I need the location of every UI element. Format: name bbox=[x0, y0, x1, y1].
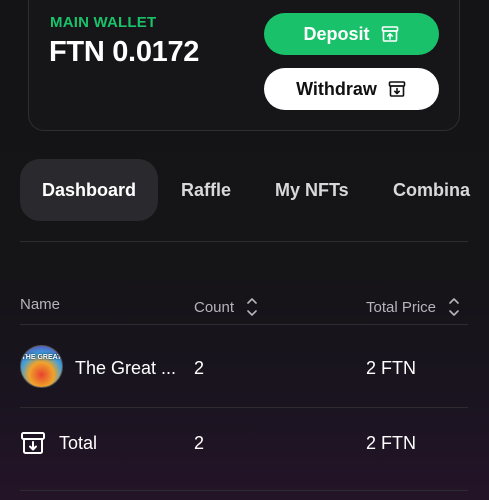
divider bbox=[20, 407, 468, 408]
withdraw-button[interactable]: Withdraw bbox=[264, 68, 439, 110]
archive-upload-icon bbox=[381, 26, 398, 42]
deposit-button[interactable]: Deposit bbox=[264, 13, 439, 55]
tab-combina[interactable]: Combina bbox=[393, 159, 470, 221]
tab-bar: Dashboard Raffle My NFTs Combina bbox=[0, 159, 489, 221]
avatar-logo-text: THE GREAT bbox=[21, 354, 62, 361]
column-header-name-label: Name bbox=[20, 296, 61, 313]
column-header-total-price[interactable]: Total Price bbox=[366, 296, 460, 318]
tab-dashboard[interactable]: Dashboard bbox=[20, 159, 158, 221]
archive-download-icon bbox=[388, 81, 406, 97]
column-header-count-label: Count bbox=[194, 298, 235, 316]
divider bbox=[20, 241, 468, 242]
withdraw-label: Withdraw bbox=[296, 78, 377, 99]
row-count: 2 bbox=[194, 358, 205, 378]
wallet-balance: FTN 0.0172 bbox=[49, 36, 200, 68]
row-total-price: 2 FTN bbox=[366, 358, 417, 378]
archive-download-icon bbox=[21, 432, 45, 454]
row-name: The Great ... bbox=[75, 358, 177, 378]
sort-arrows-icon[interactable] bbox=[448, 296, 460, 318]
wallet-label: MAIN WALLET bbox=[50, 14, 157, 31]
divider bbox=[20, 324, 468, 325]
column-header-count[interactable]: Count bbox=[194, 296, 258, 318]
tab-raffle[interactable]: Raffle bbox=[181, 159, 231, 221]
tab-my-nfts[interactable]: My NFTs bbox=[275, 159, 349, 221]
total-count: 2 bbox=[194, 433, 205, 453]
divider bbox=[20, 490, 468, 491]
sort-arrows-icon[interactable] bbox=[246, 296, 258, 318]
column-header-name: Name bbox=[20, 296, 60, 313]
total-label: Total bbox=[59, 433, 98, 453]
column-header-total-price-label: Total Price bbox=[366, 298, 437, 316]
total-price: 2 FTN bbox=[366, 433, 417, 453]
deposit-label: Deposit bbox=[303, 23, 370, 44]
nft-avatar: THE GREAT bbox=[20, 345, 63, 388]
